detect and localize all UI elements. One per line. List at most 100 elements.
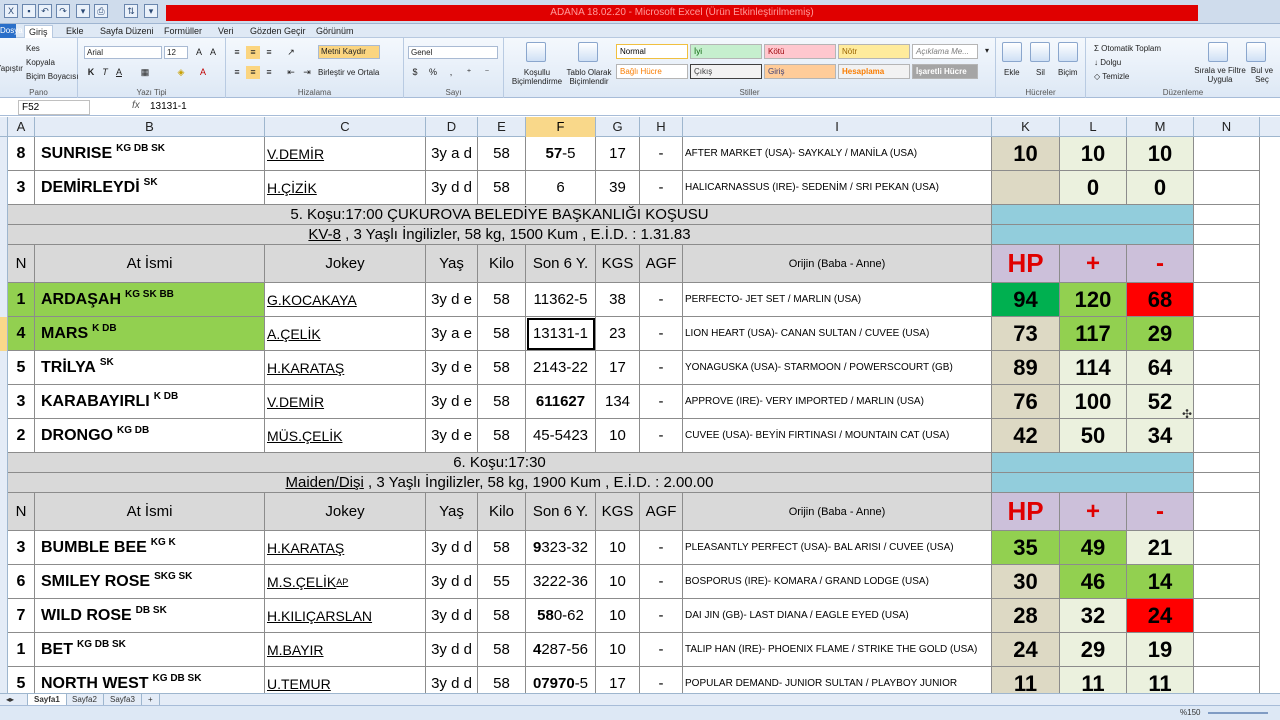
row-header[interactable]: [0, 493, 8, 531]
cell-age[interactable]: 3y d e: [426, 351, 478, 385]
tab-insert[interactable]: Ekle: [66, 25, 84, 37]
cell-last-six[interactable]: 57 -5: [526, 137, 596, 171]
cell-empty[interactable]: [1194, 531, 1260, 565]
currency-icon[interactable]: $: [408, 66, 422, 79]
cell-jockey[interactable]: V.DEMİR: [265, 385, 426, 419]
column-header-l[interactable]: L: [1060, 117, 1127, 137]
cell-weight[interactable]: 58: [478, 599, 526, 633]
cell-last-six[interactable]: 11362-5: [526, 283, 596, 317]
sort-filter-icon[interactable]: [1208, 42, 1228, 62]
cell-kgs[interactable]: 10: [596, 419, 640, 453]
tab-formulas[interactable]: Formüller: [164, 25, 202, 37]
cell-kgs[interactable]: 134: [596, 385, 640, 419]
cell-origin[interactable]: LION HEART (USA)- CANAN SULTAN / CUVEE (…: [683, 317, 992, 351]
cell-empty[interactable]: [1194, 473, 1260, 493]
paste-button[interactable]: Yapıştır: [0, 64, 23, 73]
header-age[interactable]: Yaş: [426, 245, 478, 283]
cell-empty[interactable]: [1194, 633, 1260, 667]
cell-jockey[interactable]: H.KILIÇARSLAN: [265, 599, 426, 633]
style-normal[interactable]: Normal: [616, 44, 688, 59]
fx-icon[interactable]: fx: [132, 100, 140, 111]
cell-agf[interactable]: -: [640, 599, 683, 633]
header-agf[interactable]: AGF: [640, 493, 683, 531]
sort-filter-button[interactable]: Sırala ve Filtre Uygula: [1190, 66, 1250, 84]
header-weight[interactable]: Kilo: [478, 493, 526, 531]
cell-empty[interactable]: [1194, 137, 1260, 171]
cell-horse-name[interactable]: BET KG DB SK: [35, 633, 265, 667]
header-plus[interactable]: +: [1060, 493, 1127, 531]
cell-age[interactable]: 3y a e: [426, 317, 478, 351]
style-linked-cell[interactable]: Bağlı Hücre: [616, 64, 688, 79]
cell-horse-name[interactable]: DRONGO KG DB: [35, 419, 265, 453]
cell-horse-name[interactable]: NORTH WEST KG DB SK: [35, 667, 265, 693]
cell-jockey[interactable]: M.BAYIR: [265, 633, 426, 667]
cell-origin[interactable]: PLEASANTLY PERFECT (USA)- BAL ARISI / CU…: [683, 531, 992, 565]
cell-number[interactable]: 4: [8, 317, 35, 351]
cell-age[interactable]: 3y d e: [426, 419, 478, 453]
cell-origin[interactable]: POPULAR DEMAND- JUNIOR SULTAN / PLAYBOY …: [683, 667, 992, 693]
cell-agf[interactable]: -: [640, 531, 683, 565]
shrink-font-icon[interactable]: A: [206, 46, 220, 59]
cell-horse-name[interactable]: DEMİRLEYDİ SK: [35, 171, 265, 205]
cell-kgs[interactable]: 10: [596, 531, 640, 565]
cell-empty[interactable]: [1194, 599, 1260, 633]
cell-minus[interactable]: 34: [1127, 419, 1194, 453]
cell-plus[interactable]: 117: [1060, 317, 1127, 351]
cell-agf[interactable]: -: [640, 283, 683, 317]
format-table-icon[interactable]: [578, 42, 598, 62]
cell-empty[interactable]: [1194, 351, 1260, 385]
cell-last-six[interactable]: 611627: [526, 385, 596, 419]
header-n[interactable]: N: [8, 245, 35, 283]
cell-origin[interactable]: AFTER MARKET (USA)- SAYKALY / MANİLA (US…: [683, 137, 992, 171]
merge-center-button[interactable]: Birleştir ve Ortala: [318, 68, 379, 77]
column-header-h[interactable]: H: [640, 117, 683, 137]
cell-empty[interactable]: [1194, 283, 1260, 317]
row-header[interactable]: [0, 599, 8, 633]
cell-empty[interactable]: [1194, 317, 1260, 351]
cell-jockey[interactable]: MÜS.ÇELİK: [265, 419, 426, 453]
formula-input[interactable]: 13131-1: [150, 100, 187, 114]
select-all-corner[interactable]: [0, 117, 8, 137]
header-weight[interactable]: Kilo: [478, 245, 526, 283]
number-format-select[interactable]: Genel: [408, 46, 498, 59]
undo-icon[interactable]: ↶: [38, 4, 52, 18]
tab-page-layout[interactable]: Sayfa Düzeni: [100, 25, 154, 37]
cell-origin[interactable]: YONAGUSKA (USA)- STARMOON / POWERSCOURT …: [683, 351, 992, 385]
cell-last-six[interactable]: 58 0-62: [526, 599, 596, 633]
cell-plus[interactable]: 114: [1060, 351, 1127, 385]
cell-plus[interactable]: 120: [1060, 283, 1127, 317]
cell-agf[interactable]: -: [640, 633, 683, 667]
cell-agf[interactable]: -: [640, 171, 683, 205]
cell-weight[interactable]: 58: [478, 283, 526, 317]
cell-number[interactable]: 8: [8, 137, 35, 171]
row-header[interactable]: [0, 225, 8, 245]
cell-last-six[interactable]: 2143-22: [526, 351, 596, 385]
cell-weight[interactable]: 58: [478, 317, 526, 351]
cell-empty[interactable]: [1194, 667, 1260, 693]
cell-minus[interactable]: 24: [1127, 599, 1194, 633]
column-header-e[interactable]: E: [478, 117, 526, 137]
cell-agf[interactable]: -: [640, 385, 683, 419]
cell-horse-name[interactable]: SMILEY ROSE SKG SK: [35, 565, 265, 599]
cell-origin[interactable]: HALICARNASSUS (IRE)- SEDENİM / SRI PEKAN…: [683, 171, 992, 205]
row-header[interactable]: [0, 283, 8, 317]
cell-agf[interactable]: -: [640, 317, 683, 351]
cell-jockey[interactable]: H.KARATAŞ: [265, 351, 426, 385]
header-last-six[interactable]: Son 6 Y.: [526, 493, 596, 531]
font-name-select[interactable]: Arial: [84, 46, 162, 59]
column-header-g[interactable]: G: [596, 117, 640, 137]
cell-hp[interactable]: 94: [992, 283, 1060, 317]
header-minus[interactable]: -: [1127, 493, 1194, 531]
row-header[interactable]: [0, 633, 8, 667]
cell-kgs[interactable]: 10: [596, 633, 640, 667]
cell-hp[interactable]: 10: [992, 137, 1060, 171]
cell-last-six[interactable]: 45-5423: [526, 419, 596, 453]
cell-horse-name[interactable]: ARDAŞAH KG SK BB: [35, 283, 265, 317]
style-explanatory[interactable]: Açıklama Me...: [912, 44, 978, 59]
cell-jockey[interactable]: H.KARATAŞ: [265, 531, 426, 565]
column-header-k[interactable]: K: [992, 117, 1060, 137]
cell-weight[interactable]: 58: [478, 633, 526, 667]
cell-horse-name[interactable]: TRİLYA SK: [35, 351, 265, 385]
column-header-i[interactable]: I: [683, 117, 992, 137]
cell-horse-name[interactable]: WILD ROSE DB SK: [35, 599, 265, 633]
